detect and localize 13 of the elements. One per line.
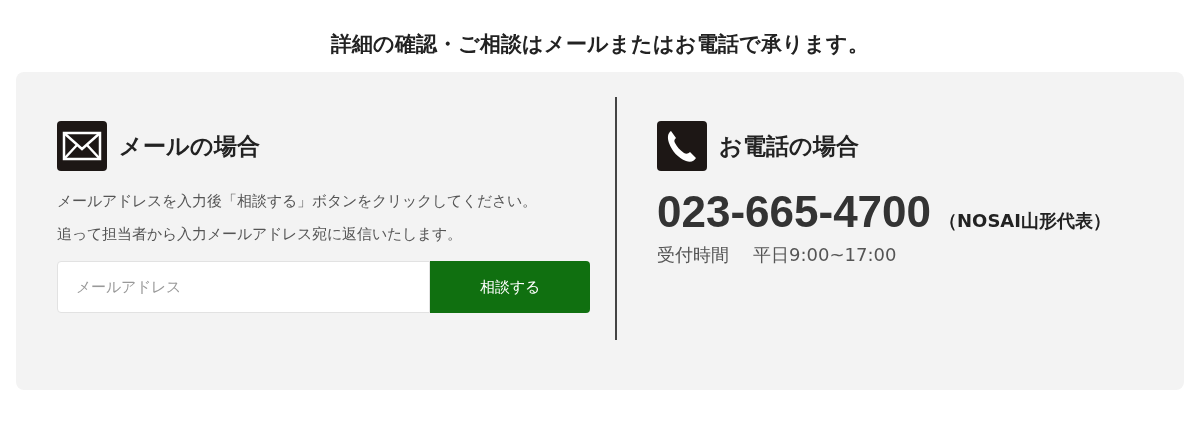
email-field[interactable]: メールアドレス <box>57 261 430 313</box>
business-hours: 平日9:00~17:00 <box>753 243 897 267</box>
section-heading: 詳細の確認・ご相談はメールまたはお電話で承ります。 <box>331 31 869 58</box>
email-title: メールの場合 <box>119 131 260 161</box>
envelope-icon <box>57 121 107 171</box>
phone-number: 023-665-4700 <box>657 187 931 237</box>
instruction-text: メールアドレスを入力後「相談する」ボタンをクリックしてください。 <box>57 191 538 212</box>
phone-icon <box>657 121 707 171</box>
hours-label: 受付時間 <box>657 243 729 267</box>
instruction-text: 追って担当者から入力メールアドレス宛に返信いたします。 <box>57 224 463 245</box>
consult-button[interactable]: 相談する <box>430 261 590 313</box>
phone-note: （NOSAI山形代表） <box>939 209 1111 233</box>
phone-title: お電話の場合 <box>719 131 859 161</box>
